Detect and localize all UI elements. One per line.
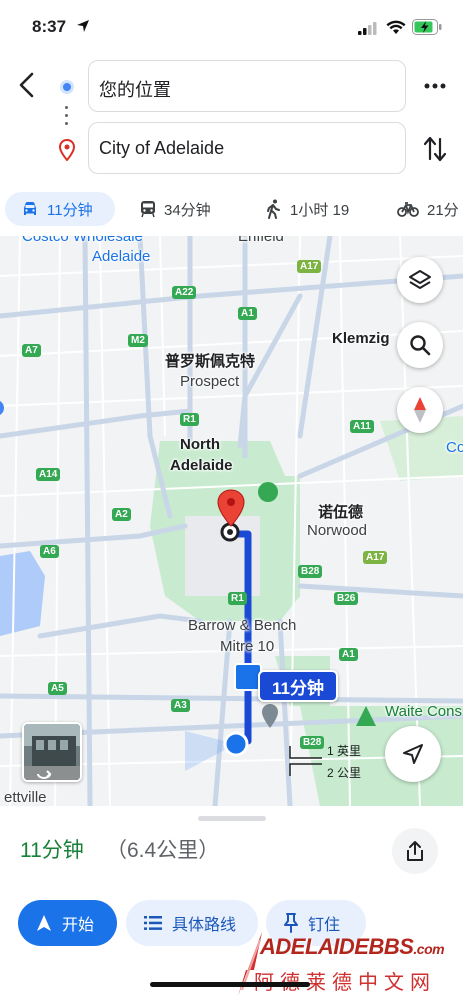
map-label-ettville: ettville [4, 789, 47, 806]
road-shield: A22 [172, 286, 197, 299]
tab-walk[interactable]: 1小时 19 [266, 192, 349, 226]
map-label-barrow[interactable]: Barrow & Bench [188, 617, 296, 634]
adelaidebbs-watermark: ADELAIDEBBS.com 阿德莱德中文网 [232, 930, 462, 1000]
location-arrow-icon [77, 20, 89, 32]
layers-button[interactable] [397, 257, 443, 303]
route-summary-sheet: 11分钟 （6.4公里） 开始 具体路线 钉住 ADELAIDEBBS.com … [0, 806, 463, 1000]
map-label-klemzig: Klemzig [332, 330, 390, 347]
road-shield: A5 [48, 682, 67, 695]
transit-icon [141, 201, 155, 218]
start-navigation-button[interactable]: 开始 [18, 900, 117, 946]
route-distance: （6.4公里） [106, 839, 220, 862]
map-base [0, 236, 463, 806]
origin-dot-icon [60, 80, 74, 94]
walk-icon [267, 199, 280, 219]
road-shield: A11 [350, 420, 374, 433]
map-label-norwood-cn: 诺伍德 [318, 504, 364, 521]
route-eta-badge[interactable]: 11分钟 [258, 670, 338, 702]
search-along-route-button[interactable] [397, 322, 443, 368]
status-time: 8:37 [32, 17, 67, 36]
map-label-mitre10[interactable]: Mitre 10 [220, 638, 274, 655]
watermark-cn: 阿德莱德中文网 [254, 970, 436, 994]
list-icon [144, 916, 162, 930]
navigation-arrow-icon [403, 744, 423, 764]
road-shield: R1 [180, 413, 199, 426]
route-connector-dots [65, 106, 69, 126]
start-button-label: 开始 [62, 917, 95, 934]
cellular-signal-icon [358, 22, 377, 35]
steps-button-label: 具体路线 [172, 917, 237, 934]
compass-icon [414, 397, 426, 423]
more-options-icon[interactable] [422, 76, 448, 96]
travel-mode-tabs: 11分钟 34分钟 1小时 19 21分 [0, 190, 463, 232]
road-shield: B26 [334, 592, 359, 605]
map-label-norwood: Norwood [307, 522, 368, 539]
share-button[interactable] [392, 828, 438, 874]
tab-walk-label: 1小时 19 [290, 201, 350, 219]
layers-icon [409, 270, 431, 289]
destination-input[interactable]: City of Adelaide [88, 122, 406, 174]
map-label-costco-city[interactable]: Adelaide [92, 248, 150, 265]
wifi-icon [386, 20, 406, 34]
road-shield: B28 [300, 736, 325, 749]
map-label-enfield: Enfield [238, 236, 284, 245]
swap-directions-icon[interactable] [422, 134, 448, 164]
map-label-prospect: Prospect [180, 373, 240, 390]
map-label-waite[interactable]: Waite Cons [385, 703, 462, 720]
road-shield: A7 [22, 344, 41, 357]
origin-input[interactable]: 您的位置 [88, 60, 406, 112]
road-shield: A17 [297, 260, 322, 273]
road-shield: M2 [128, 334, 148, 347]
road-shield: R1 [228, 592, 247, 605]
bike-icon [397, 202, 419, 217]
map-label-north-adelaide-2: Adelaide [170, 457, 233, 474]
road-shield: A1 [238, 307, 257, 320]
road-shield: A14 [36, 468, 61, 481]
battery-charging-icon [412, 19, 442, 35]
road-shield: A17 [363, 551, 388, 564]
map-view[interactable]: Costco Wholesale Adelaide Enfield 普罗斯佩克特… [0, 236, 463, 806]
home-indicator[interactable] [150, 982, 310, 987]
watermark-brand: ADELAIDEBBS.com [260, 934, 445, 959]
sheet-drag-handle[interactable] [198, 816, 266, 821]
map-label-north-adelaide: North [180, 436, 220, 453]
map-label-costco[interactable]: Costco Wholesale [22, 236, 143, 245]
road-shield: B28 [298, 565, 323, 578]
street-view-thumbnail[interactable] [22, 722, 82, 782]
tab-transit[interactable]: 34分钟 [140, 192, 211, 226]
scale-metric: 2 公里 [327, 766, 362, 780]
status-bar: 8:37 [0, 0, 463, 56]
recenter-button[interactable] [385, 726, 441, 782]
car-icon [24, 202, 36, 215]
search-icon [410, 335, 431, 356]
tab-drive[interactable]: 11分钟 [5, 192, 115, 226]
map-label-prospect-cn: 普罗斯佩克特 [165, 353, 256, 370]
compass-button[interactable] [397, 387, 443, 433]
tab-transit-label: 34分钟 [164, 201, 211, 219]
road-shield: A2 [112, 508, 131, 521]
tab-bike[interactable]: 21分 [397, 192, 459, 226]
tab-drive-label: 11分钟 [47, 201, 93, 219]
scale-imperial: 1 英里 [327, 744, 362, 758]
street-view-image [24, 724, 80, 780]
back-arrow-icon[interactable] [14, 70, 40, 100]
road-shield: A3 [171, 699, 190, 712]
road-shield: A1 [339, 648, 358, 661]
road-shield: A6 [40, 545, 59, 558]
route-duration: 11分钟 [20, 839, 84, 862]
map-label-edge-co: Co [446, 439, 463, 456]
navigation-arrow-icon [37, 915, 51, 931]
share-icon [407, 841, 423, 861]
tab-bike-label: 21分 [427, 201, 459, 219]
destination-pin-icon [58, 139, 76, 161]
